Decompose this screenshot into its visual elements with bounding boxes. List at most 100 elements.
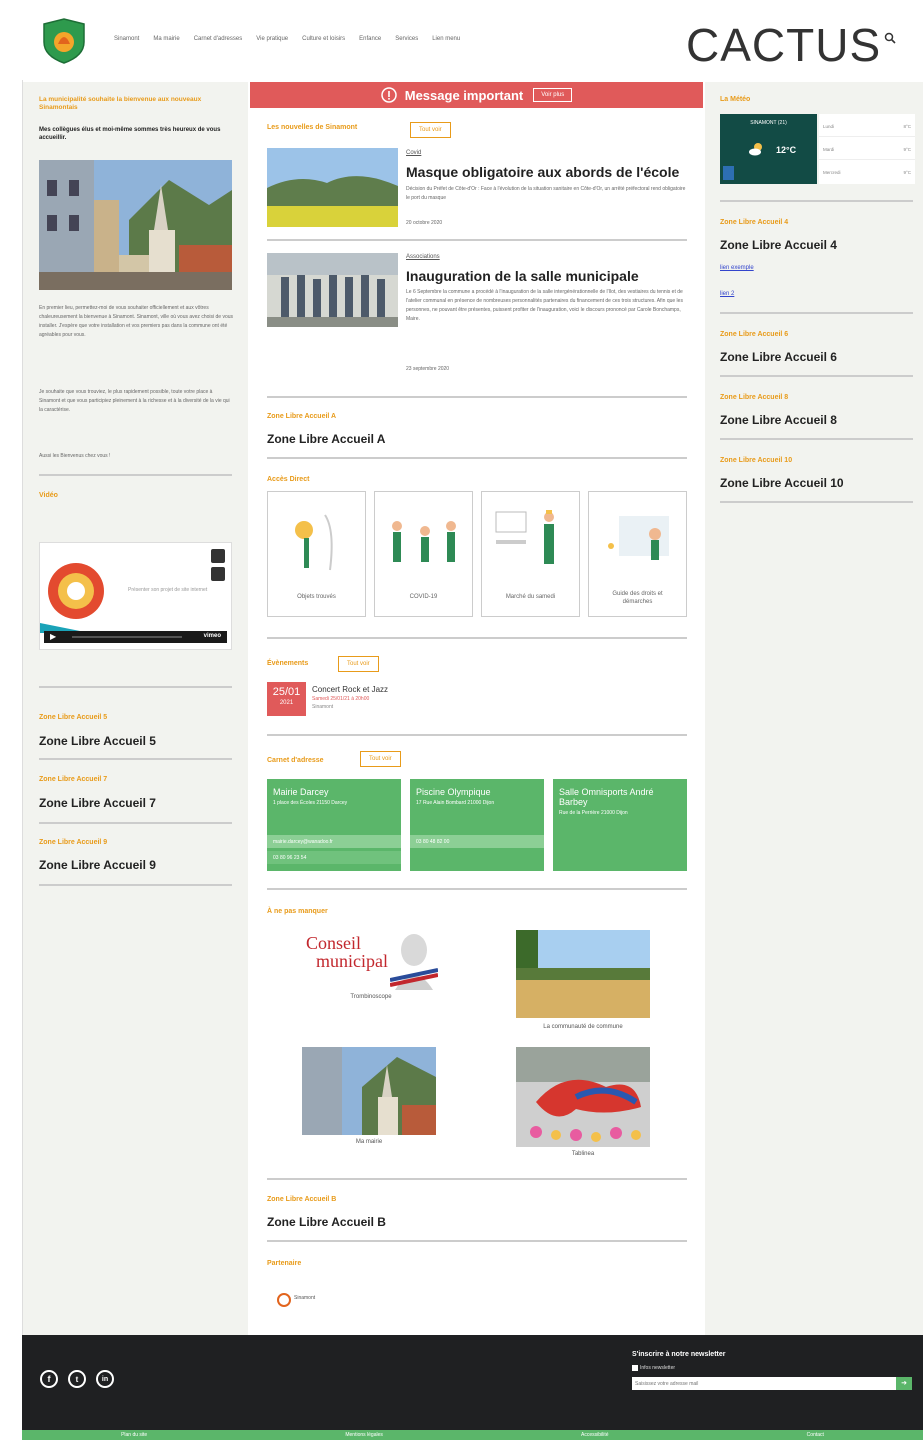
main-nav: Sinamont Ma mairie Carnet d'adresses Vie…: [114, 36, 474, 42]
address-card-salle[interactable]: Salle Omnisports André Barbey Rue de la …: [553, 779, 687, 871]
brand-title: CACTUS: [686, 19, 882, 71]
nav-item-carnet[interactable]: Carnet d'adresses: [194, 36, 243, 42]
miss-label-ma-mairie[interactable]: Ma mairie: [302, 1139, 436, 1145]
address-mail[interactable]: mairie.darcey@wanadoo.fr: [267, 835, 401, 848]
footer-link-plan[interactable]: Plan du site: [121, 1432, 147, 1438]
address-detail: 1 place des Écoles 21150 Darcey: [273, 800, 348, 806]
miss-label-communaute[interactable]: La communauté de commune: [506, 1024, 660, 1030]
separator: [39, 758, 232, 760]
newsletter-checkbox[interactable]: [632, 1365, 638, 1371]
newsletter-title: S'inscrire à notre newsletter: [632, 1351, 726, 1358]
welcome-intro: Mes collègues élus et moi-même sommes tr…: [39, 127, 221, 141]
separator: [267, 1240, 687, 1242]
wheat-field-image[interactable]: [516, 930, 650, 1018]
nav-item-enfance[interactable]: Enfance: [359, 36, 381, 42]
guide-illustration: [608, 516, 669, 560]
weather-provider-icon: [723, 166, 734, 180]
council-word-1: Conseil: [306, 933, 362, 953]
clock-icon[interactable]: [211, 549, 225, 563]
news-1-title[interactable]: Masque obligatoire aux abords de l'école: [406, 164, 679, 180]
main-column: Message important Voir plus Les nouvelle…: [250, 82, 703, 1335]
linkedin-icon[interactable]: in: [96, 1370, 114, 1388]
direct-card-label: Guide des droits et démarches: [612, 591, 663, 605]
nav-item-vie-pratique[interactable]: Vie pratique: [256, 36, 288, 42]
mairie-town-image[interactable]: [302, 1047, 436, 1135]
zone-5-title: Zone Libre Accueil 5: [39, 734, 156, 748]
twitter-icon[interactable]: t: [68, 1370, 86, 1388]
newsletter-checkbox-row: Infos newsletter: [632, 1365, 675, 1371]
video-player[interactable]: Présenter son projet de site internet ▶ …: [39, 542, 232, 650]
address-card-mairie[interactable]: Mairie Darcey 1 place des Écoles 21150 D…: [267, 779, 401, 871]
zone-4-link-2[interactable]: lien 2: [720, 291, 734, 297]
video-caption: Présenter son projet de site internet: [128, 587, 208, 593]
zone-5-label: Zone Libre Accueil 5: [39, 714, 108, 721]
address-detail: Rue de la Perrière 21000 Dijon: [559, 810, 628, 816]
news-image-inauguration[interactable]: [267, 253, 398, 327]
important-more-button[interactable]: Voir plus: [533, 88, 573, 102]
nav-item-ma-mairie[interactable]: Ma mairie: [153, 36, 179, 42]
partner-logo[interactable]: Sinamont: [277, 1292, 337, 1308]
zone-7-label: Zone Libre Accueil 7: [39, 776, 108, 783]
footer-link-accessibilite[interactable]: Accessibilité: [581, 1432, 609, 1438]
news-heading: Les nouvelles de Sinamont: [267, 124, 358, 131]
direct-card-objets-trouves[interactable]: Objets trouvés: [267, 491, 366, 617]
welcome-heading: La municipalité souhaite la bienvenue au…: [39, 96, 202, 111]
address-card-piscine[interactable]: Piscine Olympique 17 Rue Alain Bombard 2…: [410, 779, 544, 871]
play-icon[interactable]: ▶: [50, 632, 56, 641]
sun-cloud-icon: [749, 143, 762, 156]
forecast-temp: 9°C: [903, 147, 911, 152]
separator: [267, 734, 687, 736]
site-header: Sinamont Ma mairie Carnet d'adresses Vie…: [22, 0, 923, 80]
news-all-button[interactable]: Tout voir: [410, 122, 451, 138]
footer-link-contact[interactable]: Contact: [807, 1432, 824, 1438]
send-icon[interactable]: [211, 567, 225, 581]
news-1-date: 20 octobre 2020: [406, 220, 443, 226]
event-title[interactable]: Concert Rock et Jazz: [312, 685, 388, 694]
nav-item-culture[interactable]: Culture et loisirs: [302, 36, 345, 42]
news-image-landscape[interactable]: [267, 148, 398, 227]
direct-card-marche[interactable]: Marché du samedi: [481, 491, 580, 617]
partner-name: Sinamont: [294, 1295, 316, 1301]
address-all-button[interactable]: Tout voir: [360, 751, 401, 767]
address-phone[interactable]: 03 80 48 82 00: [410, 835, 544, 848]
zone-10-title: Zone Libre Accueil 10: [720, 476, 844, 490]
video-progress[interactable]: [72, 636, 182, 638]
tablinea-image[interactable]: [516, 1047, 650, 1147]
search-icon[interactable]: [884, 32, 896, 44]
footer-link-mentions[interactable]: Mentions légales: [345, 1432, 383, 1438]
facebook-icon[interactable]: f: [40, 1370, 58, 1388]
news-2-date: 23 septembre 2020: [406, 366, 450, 372]
nav-item-sinamont[interactable]: Sinamont: [114, 36, 139, 42]
event-date-badge: 25/01 2021: [267, 682, 306, 716]
separator: [267, 637, 687, 639]
news-1-category[interactable]: Covid: [406, 150, 421, 156]
council-word-2: municipal: [316, 951, 388, 971]
news-1-text: Décision du Préfet de Côte-d'Or : Face à…: [406, 186, 686, 201]
zone-4-link-1[interactable]: lien exemple: [720, 265, 754, 271]
separator: [39, 822, 232, 824]
separator: [720, 312, 913, 314]
left-column: La municipalité souhaite la bienvenue au…: [23, 82, 248, 1335]
news-2-category[interactable]: Associations: [406, 254, 440, 260]
separator: [720, 375, 913, 377]
zone-b-label: Zone Libre Accueil B: [267, 1196, 337, 1203]
direct-card-guide[interactable]: Guide des droits et démarches: [588, 491, 687, 617]
marianne-bust-image: [390, 934, 438, 990]
address-phone[interactable]: 03 80 96 23 54: [267, 851, 401, 864]
direct-card-covid[interactable]: COVID-19: [374, 491, 473, 617]
events-heading: Évènements: [267, 660, 309, 667]
newsletter-email-input[interactable]: [632, 1377, 896, 1390]
miss-label-tablinea[interactable]: Tablinea: [516, 1151, 650, 1157]
newsletter-submit-button[interactable]: ➜: [896, 1377, 912, 1390]
nav-item-lien-menu[interactable]: Lien menu: [432, 36, 460, 42]
welcome-paragraph-2: Je souhaite que vous trouviez, le plus r…: [39, 389, 230, 413]
nav-item-services[interactable]: Services: [395, 36, 418, 42]
miss-label-trombinoscope[interactable]: Trombinoscope: [306, 994, 436, 1000]
shield-logo-icon[interactable]: [42, 18, 86, 64]
separator: [39, 474, 232, 476]
events-all-button[interactable]: Tout voir: [338, 656, 379, 672]
news-2-title[interactable]: Inauguration de la salle municipale: [406, 268, 639, 284]
zone-9-label: Zone Libre Accueil 9: [39, 839, 108, 846]
weather-heading: La Météo: [720, 96, 751, 103]
council-image[interactable]: Conseil municipal: [302, 930, 438, 992]
